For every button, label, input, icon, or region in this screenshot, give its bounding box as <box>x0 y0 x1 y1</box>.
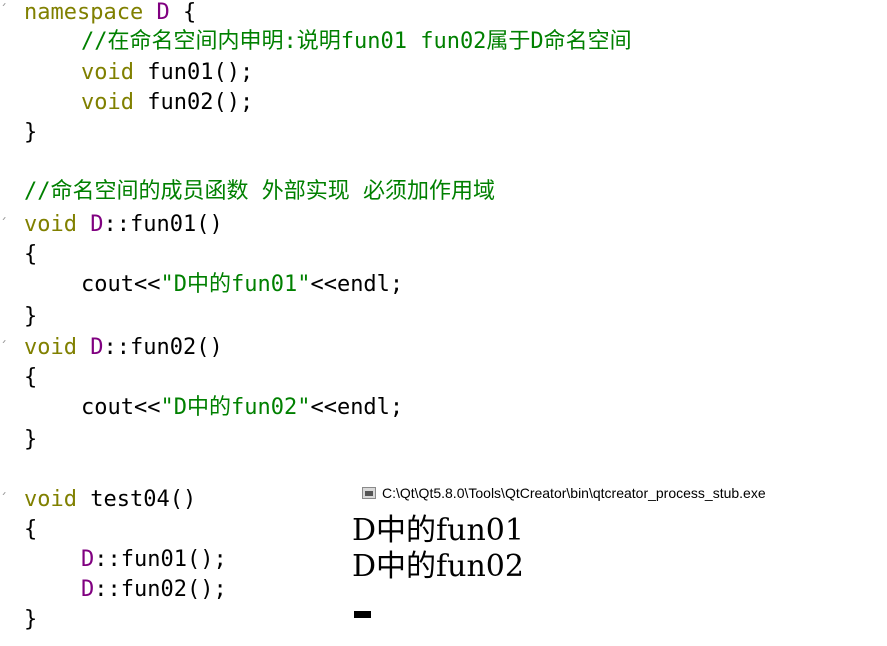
comment: //在命名空间内申明:说明fun01 fun02属于D命名空间 <box>81 29 632 54</box>
code-line[interactable]: //命名空间的成员函数 外部实现 必须加作用域 <box>24 177 495 207</box>
code-text: cout<< <box>81 272 161 297</box>
code-line[interactable]: { <box>24 240 37 270</box>
keyword: namespace <box>24 0 144 25</box>
code-text: test04() <box>76 487 197 512</box>
code-text: { <box>24 365 38 390</box>
string-literal: "D中的fun02" <box>160 395 311 420</box>
code-line[interactable]: { <box>24 363 37 393</box>
console-title: C:\Qt\Qt5.8.0\Tools\QtCreator\bin\qtcrea… <box>382 485 766 501</box>
fold-marker[interactable]: ˊ <box>0 4 10 18</box>
namespace-name: D <box>90 212 104 237</box>
code-text: fun02(); <box>133 90 254 115</box>
console-output-line: D中的fun01 <box>352 513 524 548</box>
code-text: <<endl; <box>310 272 404 297</box>
text-cursor <box>354 611 371 618</box>
code-line[interactable]: } <box>24 118 37 148</box>
keyword: void <box>24 335 77 360</box>
code-line[interactable]: void fun02(); <box>81 88 253 118</box>
code-text: { <box>169 0 197 25</box>
code-line[interactable]: D::fun01(); <box>81 545 227 575</box>
code-line[interactable]: void D::fun01() <box>24 210 223 240</box>
console-window[interactable]: C:\Qt\Qt5.8.0\Tools\QtCreator\bin\qtcrea… <box>352 474 887 646</box>
code-text: } <box>24 304 38 329</box>
code-line[interactable]: void D::fun02() <box>24 333 223 363</box>
code-text: <<endl; <box>310 395 404 420</box>
namespace-name: D <box>156 0 170 25</box>
code-text: } <box>24 427 38 452</box>
fold-marker[interactable]: ˊ <box>0 341 10 355</box>
code-text: ::fun02() <box>103 335 223 360</box>
code-text: ::fun02(); <box>94 577 227 602</box>
console-output-line: D中的fun02 <box>352 549 524 584</box>
console-window-icon <box>362 487 376 499</box>
code-text: cout<< <box>81 395 161 420</box>
code-line[interactable]: cout<<"D中的fun02"<<endl; <box>81 393 403 423</box>
namespace-name: D <box>90 335 104 360</box>
keyword: void <box>24 487 77 512</box>
code-line[interactable]: D::fun02(); <box>81 575 227 605</box>
namespace-name: D <box>81 547 95 572</box>
code-line[interactable]: } <box>24 302 37 332</box>
code-line[interactable]: } <box>24 605 37 635</box>
code-line[interactable]: } <box>24 425 37 455</box>
keyword: void <box>81 60 134 85</box>
fold-marker[interactable]: ˊ <box>0 493 10 507</box>
code-text: } <box>24 120 38 145</box>
code-text: ::fun01(); <box>94 547 227 572</box>
string-literal: "D中的fun01" <box>160 272 311 297</box>
code-line[interactable]: namespace D { <box>24 0 196 28</box>
fold-marker[interactable]: ˊ <box>0 218 10 232</box>
code-text: fun01(); <box>133 60 254 85</box>
code-text: ::fun01() <box>103 212 223 237</box>
console-titlebar[interactable]: C:\Qt\Qt5.8.0\Tools\QtCreator\bin\qtcrea… <box>352 474 887 512</box>
code-line[interactable]: cout<<"D中的fun01"<<endl; <box>81 270 403 300</box>
code-text: { <box>24 242 38 267</box>
code-text: } <box>24 607 38 632</box>
code-line[interactable]: void fun01(); <box>81 58 253 88</box>
code-line[interactable]: //在命名空间内申明:说明fun01 fun02属于D命名空间 <box>81 27 632 57</box>
console-output[interactable]: D中的fun01 D中的fun02 <box>352 512 887 646</box>
code-line[interactable]: void test04() <box>24 485 196 515</box>
code-line[interactable]: { <box>24 515 37 545</box>
comment: //命名空间的成员函数 外部实现 必须加作用域 <box>24 179 495 204</box>
keyword: void <box>81 90 134 115</box>
keyword: void <box>24 212 77 237</box>
namespace-name: D <box>81 577 95 602</box>
code-text: { <box>24 517 38 542</box>
